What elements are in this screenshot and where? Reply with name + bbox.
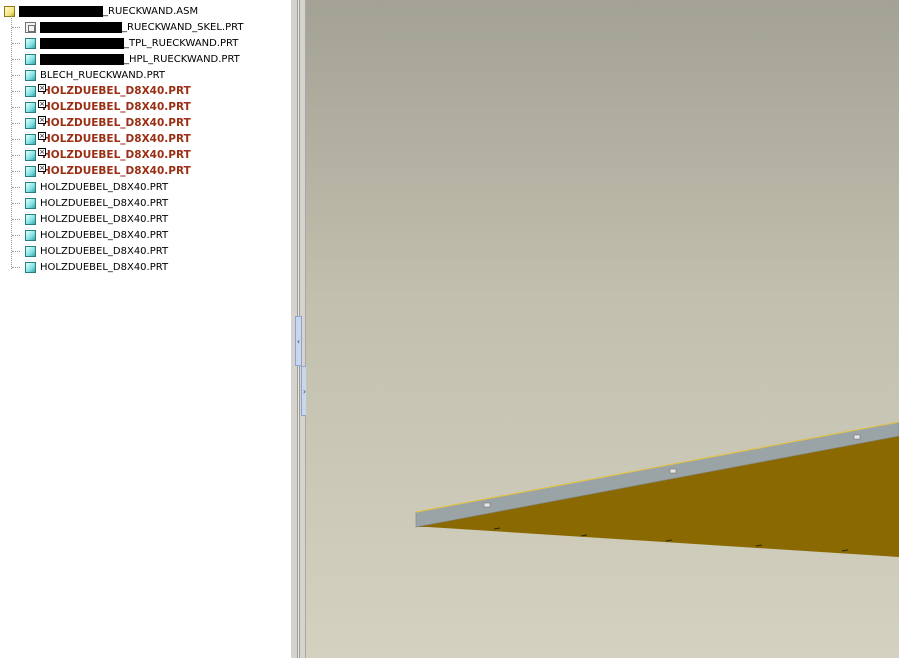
part-icon [25, 229, 36, 241]
tree-connector-branch [12, 91, 20, 92]
tree-item-label: HOLZDUEBEL_D8X40.PRT [40, 213, 169, 225]
tree-item[interactable]: × HOLZDUEBEL_D8X40.PRT [25, 163, 191, 179]
tree-item-label: HOLZDUEBEL_D8X40.PRT [42, 117, 191, 129]
tree-connector [11, 16, 12, 269]
part-icon [25, 37, 36, 49]
tree-item[interactable]: × HOLZDUEBEL_D8X40.PRT [25, 83, 191, 99]
collapse-left-button[interactable]: ‹ [295, 316, 302, 366]
tree-connector-branch [12, 251, 20, 252]
tree-item[interactable]: × HOLZDUEBEL_D8X40.PRT [25, 99, 191, 115]
suppressed-icon: × [38, 84, 46, 92]
part-icon [25, 85, 36, 97]
tree-item-label: _RUECKWAND_SKEL.PRT [122, 21, 244, 33]
tree-connector-branch [12, 267, 20, 268]
tree-item-label: BLECH_RUECKWAND.PRT [40, 69, 165, 81]
part-icon [25, 133, 36, 145]
tree-item-label: HOLZDUEBEL_D8X40.PRT [40, 261, 169, 273]
tree-item-label: HOLZDUEBEL_D8X40.PRT [40, 197, 169, 209]
part-icon [25, 197, 36, 209]
dowel-marker [669, 468, 677, 474]
tree-item[interactable]: _RUECKWAND_SKEL.PRT [25, 19, 243, 35]
tree-item[interactable]: HOLZDUEBEL_D8X40.PRT [25, 243, 168, 259]
suppressed-icon: × [38, 100, 46, 108]
tree-item[interactable]: HOLZDUEBEL_D8X40.PRT [25, 259, 168, 275]
redacted-block [40, 53, 124, 65]
tree-item[interactable]: × HOLZDUEBEL_D8X40.PRT [25, 147, 191, 163]
tree-item[interactable]: × HOLZDUEBEL_D8X40.PRT [25, 115, 191, 131]
tree-connector-branch [12, 155, 20, 156]
part-icon [25, 165, 36, 177]
tree-item[interactable]: HOLZDUEBEL_D8X40.PRT [25, 211, 168, 227]
tree-connector-branch [12, 107, 20, 108]
tree-root-item[interactable]: _RUECKWAND.ASM [4, 3, 198, 19]
part-icon [25, 261, 36, 273]
tree-connector-branch [12, 75, 20, 76]
suppressed-icon: × [38, 132, 46, 140]
suppressed-icon: × [38, 148, 46, 156]
tree-item-label: HOLZDUEBEL_D8X40.PRT [42, 165, 191, 177]
tree-item-label: HOLZDUEBEL_D8X40.PRT [40, 181, 169, 193]
part-icon [25, 117, 36, 129]
tree-connector-branch [12, 27, 20, 28]
part-icon [25, 213, 36, 225]
redacted-block [40, 21, 122, 33]
tree-connector-branch [12, 187, 20, 188]
tree-item[interactable]: _TPL_RUECKWAND.PRT [25, 35, 238, 51]
part-icon [25, 69, 36, 81]
tree-item-label: HOLZDUEBEL_D8X40.PRT [42, 101, 191, 113]
tree-item[interactable]: × HOLZDUEBEL_D8X40.PRT [25, 131, 191, 147]
skeleton-part-icon [25, 21, 36, 33]
suppressed-icon: × [38, 164, 46, 172]
tree-item[interactable]: HOLZDUEBEL_D8X40.PRT [25, 227, 168, 243]
back-panel-face [416, 436, 899, 557]
tree-connector-branch [12, 123, 20, 124]
tree-item[interactable]: BLECH_RUECKWAND.PRT [25, 67, 165, 83]
model-scene [415, 421, 899, 557]
graphics-viewport[interactable] [306, 0, 899, 658]
tree-item-label: HOLZDUEBEL_D8X40.PRT [42, 85, 191, 97]
tree-connector-branch [12, 43, 20, 44]
part-icon [25, 149, 36, 161]
tree-connector-branch [12, 171, 20, 172]
tree-root-label: _RUECKWAND.ASM [103, 5, 199, 17]
tree-connector-branch [12, 139, 20, 140]
panel-splitter[interactable]: ‹ › [290, 0, 308, 658]
tree-connector-branch [12, 219, 20, 220]
dowel-marker [853, 434, 861, 440]
redacted-block [19, 5, 103, 17]
tree-connector-branch [12, 203, 20, 204]
tree-item-label: HOLZDUEBEL_D8X40.PRT [40, 229, 169, 241]
dowel-marker [483, 502, 491, 508]
part-icon [25, 245, 36, 257]
tree-item[interactable]: HOLZDUEBEL_D8X40.PRT [25, 195, 168, 211]
tree-connector-branch [12, 59, 20, 60]
tree-connector-branch [12, 235, 20, 236]
redacted-block [40, 37, 124, 49]
tree-item-label: _TPL_RUECKWAND.PRT [124, 37, 239, 49]
suppressed-icon: × [38, 116, 46, 124]
tree-item-label: HOLZDUEBEL_D8X40.PRT [42, 133, 191, 145]
part-icon [25, 53, 36, 65]
tree-item[interactable]: HOLZDUEBEL_D8X40.PRT [25, 179, 168, 195]
tree-item-label: HOLZDUEBEL_D8X40.PRT [40, 245, 169, 257]
tree-item-label: _HPL_RUECKWAND.PRT [124, 53, 240, 65]
part-icon [25, 181, 36, 193]
tree-item-label: HOLZDUEBEL_D8X40.PRT [42, 149, 191, 161]
model-tree-panel: _RUECKWAND.ASM _RUECKWAND_SKEL.PRT _TPL_R… [0, 0, 290, 658]
part-icon [25, 101, 36, 113]
assembly-icon [4, 5, 15, 17]
tree-item[interactable]: _HPL_RUECKWAND.PRT [25, 51, 240, 67]
